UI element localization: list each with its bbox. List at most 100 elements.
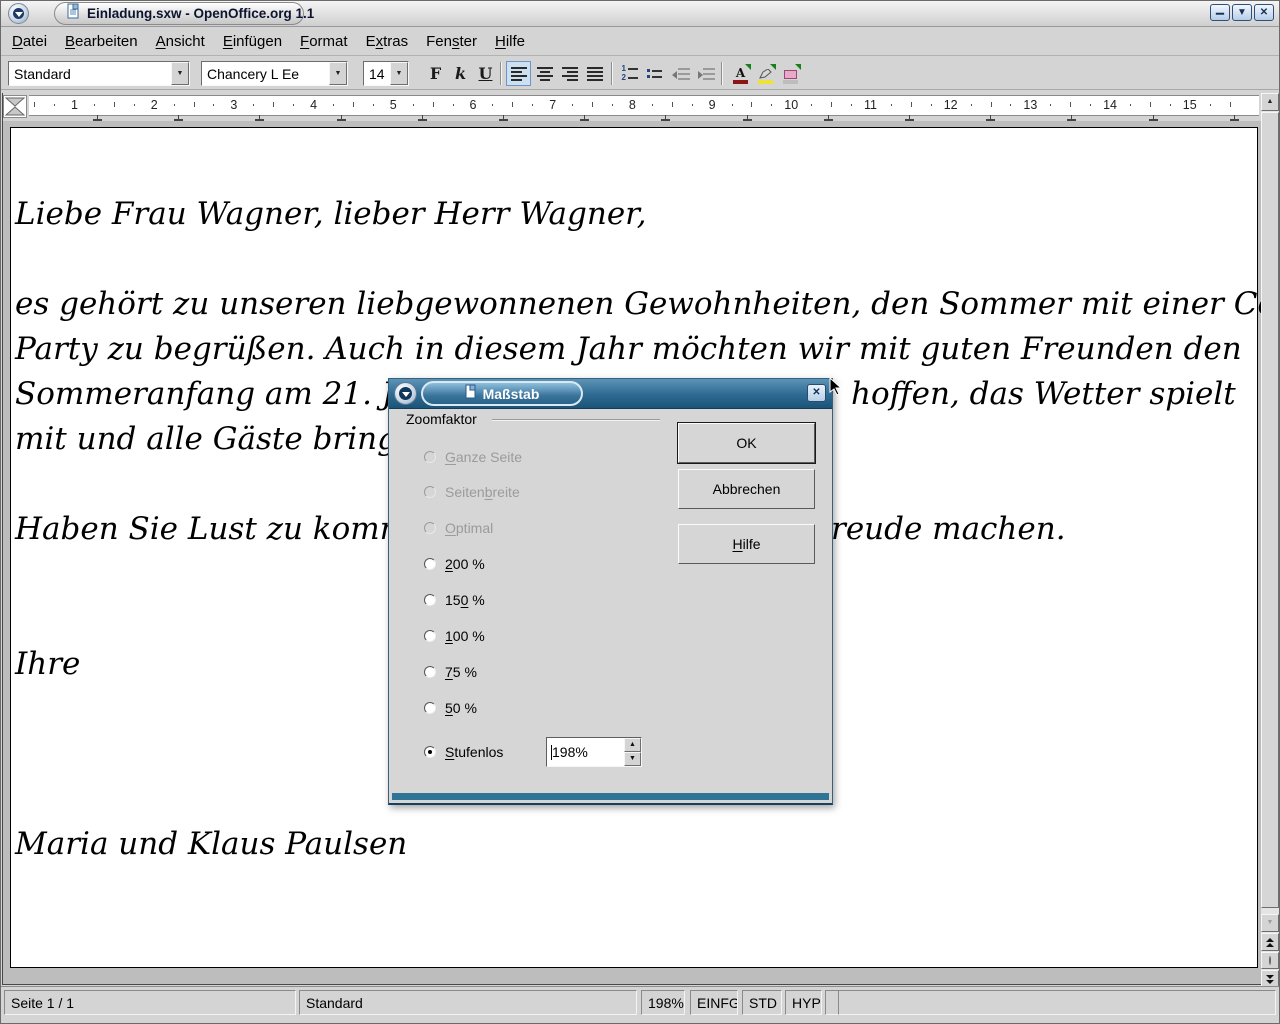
navigation-dot-icon xyxy=(1269,956,1271,965)
spin-up-button[interactable]: ▲ xyxy=(624,738,641,752)
menu-ansicht[interactable]: Ansicht xyxy=(147,29,214,54)
scroll-down-button[interactable]: ▼ xyxy=(1261,914,1279,932)
window-title-pill[interactable]: Einladung.sxw - OpenOffice.org 1.1 xyxy=(54,2,304,25)
radio-200[interactable]: 200 % xyxy=(424,554,485,574)
increase-indent-button[interactable] xyxy=(693,61,718,86)
radio-optimal[interactable]: Optimal xyxy=(424,518,493,538)
minimize-button[interactable]: ▁ xyxy=(1210,4,1230,21)
status-hyperlink-mode[interactable]: HYP xyxy=(785,990,822,1015)
radio-icon xyxy=(424,702,436,714)
align-justify-button[interactable] xyxy=(582,61,607,86)
radio-50[interactable]: 50 % xyxy=(424,698,477,718)
background-color-button[interactable] xyxy=(778,61,803,86)
radio-label: Optimal xyxy=(445,520,493,536)
radio-icon xyxy=(424,666,436,678)
help-button[interactable]: Hilfe xyxy=(678,524,815,564)
radio-label: 100 % xyxy=(445,628,485,644)
menu-einfuegen[interactable]: Einfügen xyxy=(214,29,291,54)
dropdown-triangle-icon xyxy=(795,64,801,70)
menu-extras[interactable]: Extras xyxy=(357,29,418,54)
chevron-down-icon[interactable]: ▼ xyxy=(171,62,189,85)
chevron-down-icon[interactable]: ▼ xyxy=(390,62,408,85)
numbered-list-icon: 1 2 xyxy=(622,66,640,81)
status-empty-cell xyxy=(838,990,1276,1015)
radio-ganze-seite[interactable]: Ganze Seite xyxy=(424,447,522,467)
document-line: Maria und Klaus Paulsen xyxy=(15,826,407,862)
radio-label: 50 % xyxy=(445,700,477,716)
navigation-button[interactable] xyxy=(1261,952,1279,969)
window-menu-button[interactable] xyxy=(8,3,29,24)
status-page-style[interactable]: Standard xyxy=(299,990,637,1015)
paragraph-style-combo[interactable]: Standard ▼ xyxy=(8,61,190,86)
vertical-scrollbar[interactable]: ▲ ▼ xyxy=(1261,93,1279,989)
document-line: Party zu begrüßen. Auch in diesem Jahr m… xyxy=(15,331,1242,367)
shade-button[interactable]: ▼ xyxy=(1232,4,1252,21)
align-center-button[interactable] xyxy=(532,61,557,86)
underline-icon: U xyxy=(479,64,493,83)
close-icon: ✕ xyxy=(1260,7,1268,18)
decrease-indent-button[interactable] xyxy=(668,61,693,86)
status-empty-cell xyxy=(825,990,839,1015)
dialog-window-menu-button[interactable] xyxy=(394,382,417,405)
spin-down-button[interactable]: ▼ xyxy=(624,752,641,766)
radio-stufenlos[interactable]: Stufenlos xyxy=(424,742,503,762)
status-page[interactable]: Seite 1 / 1 xyxy=(4,990,296,1015)
bold-icon: F xyxy=(430,64,441,83)
radio-icon xyxy=(424,522,436,534)
zoom-dialog: Maßstab ✕ Zoomfaktor Ganze Seite Seitenb… xyxy=(388,378,833,805)
cancel-button[interactable]: Abbrechen xyxy=(678,469,815,509)
status-insert-mode[interactable]: EINFG xyxy=(690,990,738,1015)
dropdown-triangle-icon xyxy=(770,64,776,70)
status-selection-mode[interactable]: STD xyxy=(742,990,782,1015)
radio-75[interactable]: 75 % xyxy=(424,662,477,682)
menu-bearbeiten[interactable]: Bearbeiten xyxy=(56,29,147,54)
radio-label: Seitenbreite xyxy=(445,484,520,500)
scrollbar-thumb[interactable] xyxy=(1261,112,1279,908)
radio-icon xyxy=(424,746,436,758)
highlighting-button[interactable] xyxy=(753,61,778,86)
ruler-number: 3 xyxy=(230,98,237,112)
radio-label: 150 % xyxy=(445,592,485,608)
dropdown-triangle-icon xyxy=(745,64,751,70)
toolbar-separator xyxy=(500,62,502,85)
radio-label: Stufenlos xyxy=(445,744,503,760)
ok-button[interactable]: OK xyxy=(678,423,815,463)
font-name-combo[interactable]: Chancery L Ee ▼ xyxy=(201,61,348,86)
italic-icon: k xyxy=(455,64,466,83)
radio-100[interactable]: 100 % xyxy=(424,626,485,646)
align-left-button[interactable] xyxy=(506,61,531,86)
radio-icon xyxy=(424,486,436,498)
zoom-value-field[interactable]: 198% ▲ ▼ xyxy=(546,737,642,767)
previous-page-button[interactable] xyxy=(1261,933,1279,951)
bold-button[interactable]: F xyxy=(423,61,448,86)
indent-marker[interactable] xyxy=(3,95,27,118)
italic-button[interactable]: k xyxy=(448,61,473,86)
numbered-list-button[interactable]: 1 2 xyxy=(618,61,643,86)
status-zoom[interactable]: 198% xyxy=(641,990,685,1015)
bullet-list-button[interactable] xyxy=(643,61,668,86)
ruler-number: 14 xyxy=(1103,98,1117,112)
document-line: es gehört zu unseren liebgewonnenen Gewo… xyxy=(15,286,1280,322)
ruler-number: 2 xyxy=(151,98,158,112)
underline-button[interactable]: U xyxy=(473,61,498,86)
dialog-titlebar[interactable]: Maßstab ✕ xyxy=(389,379,832,409)
bullet-list-icon xyxy=(647,69,665,78)
ruler-number: 7 xyxy=(549,98,556,112)
toolbar-separator xyxy=(721,62,723,85)
dialog-close-button[interactable]: ✕ xyxy=(807,384,826,402)
menu-hilfe[interactable]: Hilfe xyxy=(486,29,534,54)
scroll-up-button[interactable]: ▲ xyxy=(1261,93,1279,111)
menu-fenster[interactable]: Fenster xyxy=(417,29,486,54)
radio-150[interactable]: 150 % xyxy=(424,590,485,610)
font-size-combo[interactable]: 14 ▼ xyxy=(363,61,409,86)
align-right-button[interactable] xyxy=(557,61,582,86)
radio-seitenbreite[interactable]: Seitenbreite xyxy=(424,482,520,502)
horizontal-ruler[interactable]: 123456789101112131415 xyxy=(2,93,1261,121)
radio-icon xyxy=(424,594,436,606)
font-color-button[interactable]: A xyxy=(728,61,753,86)
close-button[interactable]: ✕ xyxy=(1254,4,1274,21)
chevron-down-icon[interactable]: ▼ xyxy=(329,62,347,85)
menu-datei[interactable]: Datei xyxy=(3,29,56,54)
menu-format[interactable]: Format xyxy=(291,29,357,54)
zoom-value: 198% xyxy=(552,744,588,760)
